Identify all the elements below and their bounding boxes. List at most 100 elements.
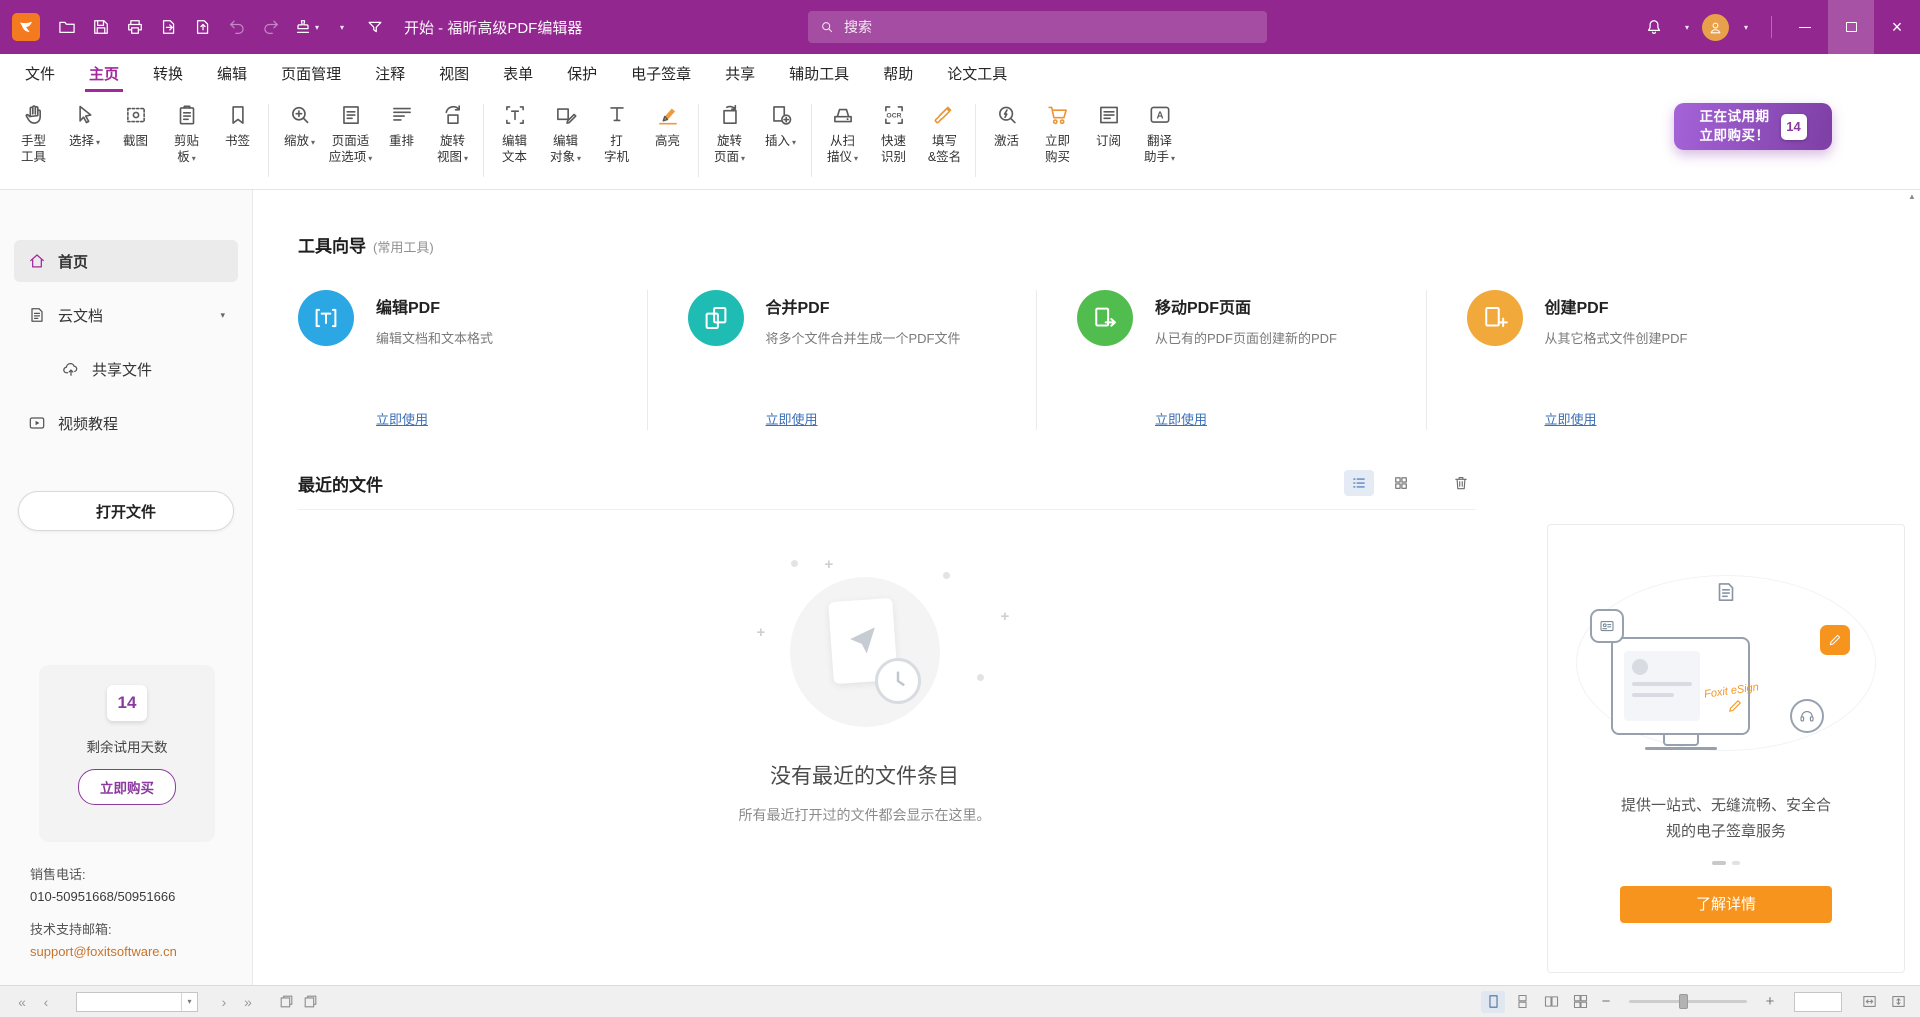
copy-page-button[interactable] (274, 991, 298, 1013)
tool-fit-options[interactable]: 页面适应选项▾ (325, 94, 376, 189)
tool-subscribe[interactable]: 订阅 (1083, 94, 1134, 189)
menu-esign[interactable]: 电子签章 (614, 54, 708, 92)
tool-activate[interactable]: 激活 (981, 94, 1032, 189)
save-button[interactable] (86, 12, 116, 42)
tool-bookmark[interactable]: 书签 (212, 94, 263, 189)
last-page-button[interactable]: » (236, 991, 260, 1013)
tool-rotate-view[interactable]: 旋转视图▾ (427, 94, 478, 189)
sidebar-item-video-tutorials[interactable]: 视频教程 (14, 402, 238, 444)
account-caret[interactable]: ▾ (1730, 12, 1760, 42)
user-avatar[interactable] (1702, 14, 1729, 41)
fit-width-button[interactable] (1857, 991, 1881, 1013)
share-doc-button[interactable] (188, 12, 218, 42)
menu-comment[interactable]: 注释 (358, 54, 422, 92)
tool-typewriter[interactable]: 打字机 (591, 94, 642, 189)
tool-fill-sign[interactable]: 填写&签名 (919, 94, 970, 189)
trial-buy-banner[interactable]: 正在试用期 立即购买！ 14 (1674, 103, 1832, 150)
export-button[interactable] (154, 12, 184, 42)
maximize-button[interactable] (1828, 0, 1874, 54)
first-page-button[interactable]: « (10, 991, 34, 1013)
menu-home[interactable]: 主页 (72, 54, 136, 92)
notifications-caret[interactable]: ▾ (1671, 12, 1701, 42)
close-button[interactable]: × (1874, 0, 1920, 54)
two-page-view-button[interactable] (1539, 991, 1563, 1013)
tool-rotate-pages[interactable]: 旋转页面▾ (704, 94, 755, 189)
menu-paper-tools[interactable]: 论文工具 (930, 54, 1024, 92)
tool-from-scanner[interactable]: 从扫描仪▾ (817, 94, 868, 189)
menu-page-management[interactable]: 页面管理 (264, 54, 358, 92)
tool-buy-now[interactable]: 立即购买 (1032, 94, 1083, 189)
minimize-button[interactable] (1782, 0, 1828, 54)
tool-reflow[interactable]: 重排 (376, 94, 427, 189)
tool-clipboard[interactable]: 剪贴板▾ (161, 94, 212, 189)
menu-help[interactable]: 帮助 (866, 54, 930, 92)
zoom-slider[interactable] (1629, 1000, 1747, 1003)
fit-page-button[interactable] (1886, 991, 1910, 1013)
zoom-out-button[interactable]: − (1597, 993, 1615, 1010)
use-now-link[interactable]: 立即使用 (376, 409, 428, 428)
tool-insert-pages[interactable]: 插入▾ (755, 94, 806, 189)
two-page-continuous-button[interactable] (1568, 991, 1592, 1013)
zoom-slider-thumb[interactable] (1679, 994, 1688, 1009)
notifications-button[interactable] (1639, 12, 1669, 42)
menu-share[interactable]: 共享 (708, 54, 772, 92)
menu-form[interactable]: 表单 (486, 54, 550, 92)
next-page-button[interactable]: › (212, 991, 236, 1013)
buy-now-button[interactable]: 立即购买 (78, 769, 176, 805)
use-now-link[interactable]: 立即使用 (766, 409, 818, 428)
menu-view[interactable]: 视图 (422, 54, 486, 92)
customize-toolbar-button[interactable]: ▾ (326, 12, 356, 42)
list-view-button[interactable] (1344, 470, 1374, 496)
tool-snapshot[interactable]: 截图 (110, 94, 161, 189)
search-input[interactable] (844, 19, 1256, 35)
sidebar-item-home[interactable]: 首页 (14, 240, 238, 282)
sidebar-item-cloud-docs[interactable]: 云文档 ▾ (14, 294, 238, 336)
chevron-down-icon[interactable]: ▾ (220, 310, 225, 321)
undo-button[interactable] (222, 12, 252, 42)
carousel-dots[interactable] (1548, 861, 1904, 865)
card-edit-pdf[interactable]: 编辑PDF 编辑文档和文本格式 立即使用 (298, 290, 647, 430)
continuous-view-button[interactable] (1510, 991, 1534, 1013)
tool-highlight[interactable]: 高亮 (642, 94, 693, 189)
single-page-view-button[interactable] (1481, 991, 1505, 1013)
sidebar-item-shared-files[interactable]: 共享文件 (14, 348, 238, 390)
redo-button[interactable] (256, 12, 286, 42)
menu-accessibility[interactable]: 辅助工具 (772, 54, 866, 92)
card-move-pdf-pages[interactable]: 移动PDF页面 从已有的PDF页面创建新的PDF 立即使用 (1036, 290, 1426, 430)
menu-protect[interactable]: 保护 (550, 54, 614, 92)
carousel-dot[interactable] (1712, 861, 1726, 865)
use-now-link[interactable]: 立即使用 (1155, 409, 1207, 428)
tool-quick-ocr[interactable]: 快速识别 (868, 94, 919, 189)
carousel-dot[interactable] (1732, 861, 1740, 865)
open-file-button-sidebar[interactable]: 打开文件 (18, 491, 234, 531)
chevron-down-icon[interactable]: ▾ (181, 993, 197, 1011)
tool-zoom[interactable]: 缩放▾ (274, 94, 325, 189)
duplicate-page-button[interactable] (298, 991, 322, 1013)
tool-edit-object[interactable]: 编辑对象▾ (540, 94, 591, 189)
zoom-level-input[interactable] (1795, 993, 1841, 1011)
prev-page-button[interactable]: ‹ (34, 991, 58, 1013)
learn-more-button[interactable]: 了解详情 (1620, 886, 1832, 923)
menu-convert[interactable]: 转换 (136, 54, 200, 92)
card-create-pdf[interactable]: 创建PDF 从其它格式文件创建PDF 立即使用 (1426, 290, 1816, 430)
global-search-box[interactable] (808, 11, 1267, 43)
menu-file[interactable]: 文件 (8, 54, 72, 92)
tool-select[interactable]: 选择▾ (59, 94, 110, 189)
page-number-input[interactable] (77, 993, 181, 1011)
zoom-in-button[interactable]: + (1761, 993, 1779, 1010)
support-email[interactable]: support@foxitsoftware.cn (30, 943, 177, 962)
use-now-link[interactable]: 立即使用 (1545, 409, 1597, 428)
tool-edit-text[interactable]: 编辑文本 (489, 94, 540, 189)
grid-view-button[interactable] (1386, 470, 1416, 496)
print-button[interactable] (120, 12, 150, 42)
card-merge-pdf[interactable]: 合并PDF 将多个文件合并生成一个PDF文件 立即使用 (647, 290, 1037, 430)
tool-hand[interactable]: 手型工具 (8, 94, 59, 189)
clear-recent-button[interactable] (1446, 470, 1476, 496)
scrollbar-up-arrow[interactable]: ▲ (1906, 192, 1918, 201)
tool-translate-assistant[interactable]: 翻译助手▾ (1134, 94, 1185, 189)
menu-edit[interactable]: 编辑 (200, 54, 264, 92)
open-file-button[interactable] (52, 12, 82, 42)
stamp-tool-button[interactable]: ▾ (290, 12, 322, 42)
stamp-icon (293, 17, 313, 37)
collapse-ribbon-button[interactable] (360, 12, 390, 42)
